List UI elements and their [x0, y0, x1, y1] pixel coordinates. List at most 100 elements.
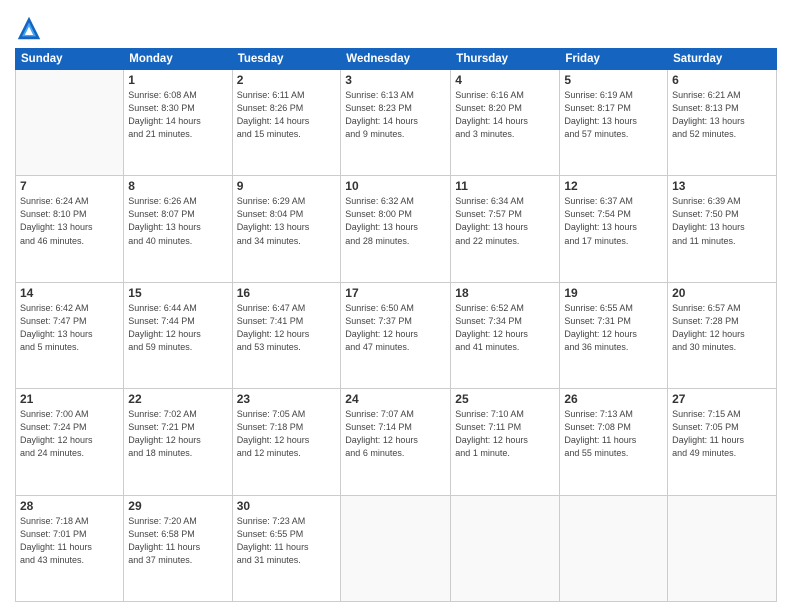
calendar-cell: 12 Sunrise: 6:37 AM Sunset: 7:54 PM Dayli…: [560, 176, 668, 282]
day-number: 6: [672, 73, 772, 87]
day-info: Sunrise: 6:37 AM Sunset: 7:54 PM Dayligh…: [564, 195, 663, 247]
weekday-header-sunday: Sunday: [16, 49, 124, 70]
day-number: 7: [20, 179, 119, 193]
logo-icon: [15, 14, 43, 42]
day-number: 5: [564, 73, 663, 87]
day-info: Sunrise: 6:11 AM Sunset: 8:26 PM Dayligh…: [237, 89, 337, 141]
day-number: 10: [345, 179, 446, 193]
day-info: Sunrise: 6:13 AM Sunset: 8:23 PM Dayligh…: [345, 89, 446, 141]
day-info: Sunrise: 6:21 AM Sunset: 8:13 PM Dayligh…: [672, 89, 772, 141]
day-number: 28: [20, 499, 119, 513]
weekday-header-tuesday: Tuesday: [232, 49, 341, 70]
calendar-cell: 15 Sunrise: 6:44 AM Sunset: 7:44 PM Dayli…: [124, 282, 232, 388]
day-info: Sunrise: 6:19 AM Sunset: 8:17 PM Dayligh…: [564, 89, 663, 141]
day-number: 22: [128, 392, 227, 406]
calendar-table: SundayMondayTuesdayWednesdayThursdayFrid…: [15, 48, 777, 602]
day-info: Sunrise: 7:23 AM Sunset: 6:55 PM Dayligh…: [237, 515, 337, 567]
day-number: 30: [237, 499, 337, 513]
day-number: 11: [455, 179, 555, 193]
day-info: Sunrise: 6:57 AM Sunset: 7:28 PM Dayligh…: [672, 302, 772, 354]
calendar-cell: 2 Sunrise: 6:11 AM Sunset: 8:26 PM Daylig…: [232, 70, 341, 176]
weekday-header-monday: Monday: [124, 49, 232, 70]
day-info: Sunrise: 6:52 AM Sunset: 7:34 PM Dayligh…: [455, 302, 555, 354]
day-info: Sunrise: 6:08 AM Sunset: 8:30 PM Dayligh…: [128, 89, 227, 141]
day-info: Sunrise: 6:16 AM Sunset: 8:20 PM Dayligh…: [455, 89, 555, 141]
day-number: 16: [237, 286, 337, 300]
calendar-cell: 11 Sunrise: 6:34 AM Sunset: 7:57 PM Dayli…: [451, 176, 560, 282]
calendar-cell: [341, 495, 451, 601]
calendar-cell: 30 Sunrise: 7:23 AM Sunset: 6:55 PM Dayli…: [232, 495, 341, 601]
day-info: Sunrise: 6:29 AM Sunset: 8:04 PM Dayligh…: [237, 195, 337, 247]
day-info: Sunrise: 6:32 AM Sunset: 8:00 PM Dayligh…: [345, 195, 446, 247]
day-number: 20: [672, 286, 772, 300]
day-number: 9: [237, 179, 337, 193]
day-info: Sunrise: 7:15 AM Sunset: 7:05 PM Dayligh…: [672, 408, 772, 460]
calendar-cell: 4 Sunrise: 6:16 AM Sunset: 8:20 PM Daylig…: [451, 70, 560, 176]
day-number: 14: [20, 286, 119, 300]
day-info: Sunrise: 7:20 AM Sunset: 6:58 PM Dayligh…: [128, 515, 227, 567]
day-info: Sunrise: 6:34 AM Sunset: 7:57 PM Dayligh…: [455, 195, 555, 247]
day-number: 4: [455, 73, 555, 87]
day-info: Sunrise: 6:47 AM Sunset: 7:41 PM Dayligh…: [237, 302, 337, 354]
day-info: Sunrise: 7:18 AM Sunset: 7:01 PM Dayligh…: [20, 515, 119, 567]
calendar-cell: 19Sunrise: 6:55 AM Sunset: 7:31 PM Dayli…: [560, 282, 668, 388]
day-number: 23: [237, 392, 337, 406]
calendar-cell: 13Sunrise: 6:39 AM Sunset: 7:50 PM Dayli…: [668, 176, 777, 282]
calendar-cell: 5 Sunrise: 6:19 AM Sunset: 8:17 PM Daylig…: [560, 70, 668, 176]
day-info: Sunrise: 6:44 AM Sunset: 7:44 PM Dayligh…: [128, 302, 227, 354]
calendar-cell: [560, 495, 668, 601]
calendar-cell: [16, 70, 124, 176]
day-info: Sunrise: 6:39 AM Sunset: 7:50 PM Dayligh…: [672, 195, 772, 247]
calendar-cell: [451, 495, 560, 601]
day-info: Sunrise: 7:00 AM Sunset: 7:24 PM Dayligh…: [20, 408, 119, 460]
day-number: 29: [128, 499, 227, 513]
page-header: [15, 10, 777, 42]
day-info: Sunrise: 6:26 AM Sunset: 8:07 PM Dayligh…: [128, 195, 227, 247]
weekday-header-wednesday: Wednesday: [341, 49, 451, 70]
day-number: 24: [345, 392, 446, 406]
calendar-week-row: 14 Sunrise: 6:42 AM Sunset: 7:47 PM Dayli…: [16, 282, 777, 388]
day-number: 3: [345, 73, 446, 87]
day-number: 21: [20, 392, 119, 406]
calendar-page: SundayMondayTuesdayWednesdayThursdayFrid…: [0, 0, 792, 612]
day-info: Sunrise: 6:24 AM Sunset: 8:10 PM Dayligh…: [20, 195, 119, 247]
weekday-header-saturday: Saturday: [668, 49, 777, 70]
day-number: 18: [455, 286, 555, 300]
calendar-cell: 10 Sunrise: 6:32 AM Sunset: 8:00 PM Dayli…: [341, 176, 451, 282]
day-number: 27: [672, 392, 772, 406]
day-info: Sunrise: 7:10 AM Sunset: 7:11 PM Dayligh…: [455, 408, 555, 460]
calendar-week-row: 28 Sunrise: 7:18 AM Sunset: 7:01 PM Dayli…: [16, 495, 777, 601]
calendar-cell: 1 Sunrise: 6:08 AM Sunset: 8:30 PM Daylig…: [124, 70, 232, 176]
day-number: 19: [564, 286, 663, 300]
calendar-cell: 9 Sunrise: 6:29 AM Sunset: 8:04 PM Daylig…: [232, 176, 341, 282]
day-info: Sunrise: 7:13 AM Sunset: 7:08 PM Dayligh…: [564, 408, 663, 460]
calendar-cell: 29 Sunrise: 7:20 AM Sunset: 6:58 PM Dayli…: [124, 495, 232, 601]
weekday-header-thursday: Thursday: [451, 49, 560, 70]
day-info: Sunrise: 7:07 AM Sunset: 7:14 PM Dayligh…: [345, 408, 446, 460]
day-info: Sunrise: 6:50 AM Sunset: 7:37 PM Dayligh…: [345, 302, 446, 354]
day-number: 25: [455, 392, 555, 406]
calendar-cell: 3 Sunrise: 6:13 AM Sunset: 8:23 PM Daylig…: [341, 70, 451, 176]
day-number: 15: [128, 286, 227, 300]
weekday-header-friday: Friday: [560, 49, 668, 70]
calendar-cell: 7 Sunrise: 6:24 AM Sunset: 8:10 PM Daylig…: [16, 176, 124, 282]
day-info: Sunrise: 7:05 AM Sunset: 7:18 PM Dayligh…: [237, 408, 337, 460]
day-number: 1: [128, 73, 227, 87]
day-number: 2: [237, 73, 337, 87]
logo: [15, 14, 46, 42]
day-info: Sunrise: 7:02 AM Sunset: 7:21 PM Dayligh…: [128, 408, 227, 460]
day-info: Sunrise: 6:42 AM Sunset: 7:47 PM Dayligh…: [20, 302, 119, 354]
calendar-cell: 16 Sunrise: 6:47 AM Sunset: 7:41 PM Dayli…: [232, 282, 341, 388]
calendar-cell: 21 Sunrise: 7:00 AM Sunset: 7:24 PM Dayli…: [16, 389, 124, 495]
calendar-cell: 18 Sunrise: 6:52 AM Sunset: 7:34 PM Dayli…: [451, 282, 560, 388]
calendar-week-row: 21 Sunrise: 7:00 AM Sunset: 7:24 PM Dayli…: [16, 389, 777, 495]
calendar-cell: 25 Sunrise: 7:10 AM Sunset: 7:11 PM Dayli…: [451, 389, 560, 495]
calendar-cell: 6 Sunrise: 6:21 AM Sunset: 8:13 PM Daylig…: [668, 70, 777, 176]
day-number: 8: [128, 179, 227, 193]
day-number: 12: [564, 179, 663, 193]
calendar-cell: 26Sunrise: 7:13 AM Sunset: 7:08 PM Dayli…: [560, 389, 668, 495]
calendar-week-row: 1 Sunrise: 6:08 AM Sunset: 8:30 PM Daylig…: [16, 70, 777, 176]
calendar-cell: 27 Sunrise: 7:15 AM Sunset: 7:05 PM Dayli…: [668, 389, 777, 495]
calendar-cell: 22 Sunrise: 7:02 AM Sunset: 7:21 PM Dayli…: [124, 389, 232, 495]
calendar-week-row: 7 Sunrise: 6:24 AM Sunset: 8:10 PM Daylig…: [16, 176, 777, 282]
